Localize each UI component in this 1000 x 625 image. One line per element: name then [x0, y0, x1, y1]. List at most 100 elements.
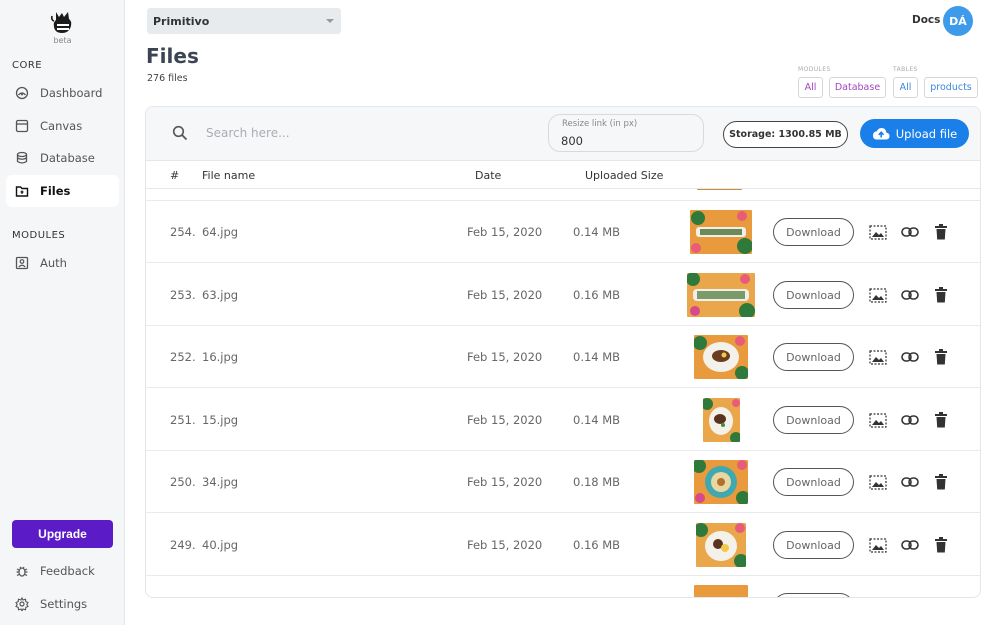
upload-file-button[interactable]: Upload file	[860, 119, 969, 148]
table-row[interactable]: 250. 34.jpg Feb 15, 2020 0.18 MB Downloa…	[146, 451, 980, 513]
column-header-date: Date	[475, 169, 502, 182]
sidebar-item-label: Dashboard	[40, 86, 103, 100]
resize-link-input[interactable]	[561, 134, 691, 148]
file-thumbnail[interactable]	[694, 335, 748, 379]
sidebar-item-label: Files	[40, 184, 71, 198]
files-icon	[14, 183, 30, 199]
row-file-name: 15.jpg	[202, 413, 239, 427]
file-thumbnail[interactable]	[703, 398, 740, 442]
database-icon	[14, 150, 30, 166]
trash-icon[interactable]	[932, 223, 950, 241]
table-row[interactable]: 254. 64.jpg Feb 15, 2020 0.14 MB Downloa…	[146, 201, 980, 263]
modules-filter-database[interactable]: Database	[829, 77, 886, 98]
file-thumbnail[interactable]	[697, 189, 742, 190]
row-date: Feb 15, 2020	[467, 538, 543, 552]
trash-icon[interactable]	[932, 286, 950, 304]
row-index: 254.	[170, 225, 196, 239]
sidebar-item-dashboard[interactable]: Dashboard	[6, 77, 119, 109]
download-button[interactable]: Download	[773, 468, 854, 496]
page-title: Files	[146, 44, 199, 68]
download-button[interactable]: Download	[773, 343, 854, 371]
image-preview-icon[interactable]	[869, 473, 887, 491]
avatar[interactable]: DÁ	[943, 6, 973, 36]
table-row[interactable]	[146, 189, 980, 201]
sidebar-item-label: Settings	[40, 597, 88, 611]
sidebar-item-label: Auth	[40, 256, 67, 270]
row-file-name: 63.jpg	[202, 288, 239, 302]
link-icon[interactable]	[901, 348, 919, 366]
row-date: Feb 15, 2020	[467, 350, 543, 364]
row-index: 253.	[170, 288, 196, 302]
upgrade-button[interactable]: Upgrade	[12, 520, 113, 548]
tables-filter-all[interactable]: All	[893, 77, 918, 98]
files-toolbar: Resize link (in px) Storage: 1300.85 MB …	[146, 107, 980, 161]
image-preview-icon[interactable]	[869, 286, 887, 304]
file-thumbnail[interactable]	[687, 273, 755, 317]
row-date: Feb 15, 2020	[467, 225, 543, 239]
download-button[interactable]: Download	[773, 218, 854, 246]
image-preview-icon[interactable]	[869, 223, 887, 241]
table-row[interactable]	[146, 576, 980, 597]
file-thumbnail[interactable]	[696, 523, 746, 567]
canvas-icon	[14, 118, 30, 134]
row-size: 0.16 MB	[573, 538, 621, 552]
search-input[interactable]	[206, 122, 506, 144]
tables-filter-products[interactable]: products	[924, 77, 978, 98]
table-row[interactable]: 253. 63.jpg Feb 15, 2020 0.16 MB Downloa…	[146, 264, 980, 326]
resize-link-label: Resize link (in px)	[562, 119, 638, 129]
trash-icon[interactable]	[932, 411, 950, 429]
download-button[interactable]: Download	[773, 281, 854, 309]
storage-badge: Storage: 1300.85 MB	[723, 121, 848, 148]
download-button[interactable]: Download	[773, 531, 854, 559]
files-table-body: 254. 64.jpg Feb 15, 2020 0.14 MB Downloa…	[146, 189, 980, 597]
trash-icon[interactable]	[932, 536, 950, 554]
file-thumbnail[interactable]	[694, 585, 748, 597]
file-thumbnail[interactable]	[694, 460, 748, 504]
row-size: 0.18 MB	[573, 475, 621, 489]
row-index: 252.	[170, 350, 196, 364]
resize-link-field[interactable]: Resize link (in px)	[548, 114, 704, 152]
image-preview-icon[interactable]	[869, 348, 887, 366]
trash-icon[interactable]	[932, 473, 950, 491]
table-row[interactable]: 249. 40.jpg Feb 15, 2020 0.16 MB Downloa…	[146, 514, 980, 576]
row-file-name: 16.jpg	[202, 350, 239, 364]
column-header-file-name: File name	[202, 169, 256, 182]
row-index: 249.	[170, 538, 196, 552]
table-row[interactable]: 251. 15.jpg Feb 15, 2020 0.14 MB Downloa…	[146, 389, 980, 451]
trash-icon[interactable]	[932, 348, 950, 366]
row-file-name: 40.jpg	[202, 538, 239, 552]
row-date: Feb 15, 2020	[467, 413, 543, 427]
file-thumbnail[interactable]	[690, 210, 752, 254]
sidebar-item-auth[interactable]: Auth	[6, 247, 119, 279]
sidebar-item-files[interactable]: Files	[6, 175, 119, 207]
sidebar-item-canvas[interactable]: Canvas	[6, 110, 119, 142]
image-preview-icon[interactable]	[869, 411, 887, 429]
table-row[interactable]: 252. 16.jpg Feb 15, 2020 0.14 MB Downloa…	[146, 326, 980, 388]
table-header: # File name Date Uploaded Size	[146, 161, 980, 189]
link-icon[interactable]	[901, 286, 919, 304]
row-size: 0.14 MB	[573, 413, 621, 427]
bug-icon	[14, 563, 30, 579]
search-icon	[172, 125, 188, 141]
sidebar-item-feedback[interactable]: Feedback	[6, 555, 119, 587]
row-date: Feb 15, 2020	[467, 288, 543, 302]
link-icon[interactable]	[901, 536, 919, 554]
files-card: Resize link (in px) Storage: 1300.85 MB …	[145, 106, 981, 598]
modules-filter-all[interactable]: All	[798, 77, 823, 98]
dashboard-icon	[14, 85, 30, 101]
row-index: 250.	[170, 475, 196, 489]
download-button[interactable]	[773, 593, 854, 597]
link-icon[interactable]	[901, 223, 919, 241]
image-preview-icon[interactable]	[869, 536, 887, 554]
sidebar-item-label: Feedback	[40, 564, 95, 578]
row-file-name: 64.jpg	[202, 225, 239, 239]
project-select[interactable]: Primitivo	[147, 8, 341, 34]
download-button[interactable]: Download	[773, 406, 854, 434]
sidebar-item-database[interactable]: Database	[6, 142, 119, 174]
link-icon[interactable]	[901, 411, 919, 429]
tables-filter-label: TABLES	[893, 66, 918, 73]
chevron-down-icon	[326, 19, 334, 23]
docs-link[interactable]: Docs	[912, 14, 940, 26]
link-icon[interactable]	[901, 473, 919, 491]
sidebar-item-settings[interactable]: Settings	[6, 588, 119, 620]
